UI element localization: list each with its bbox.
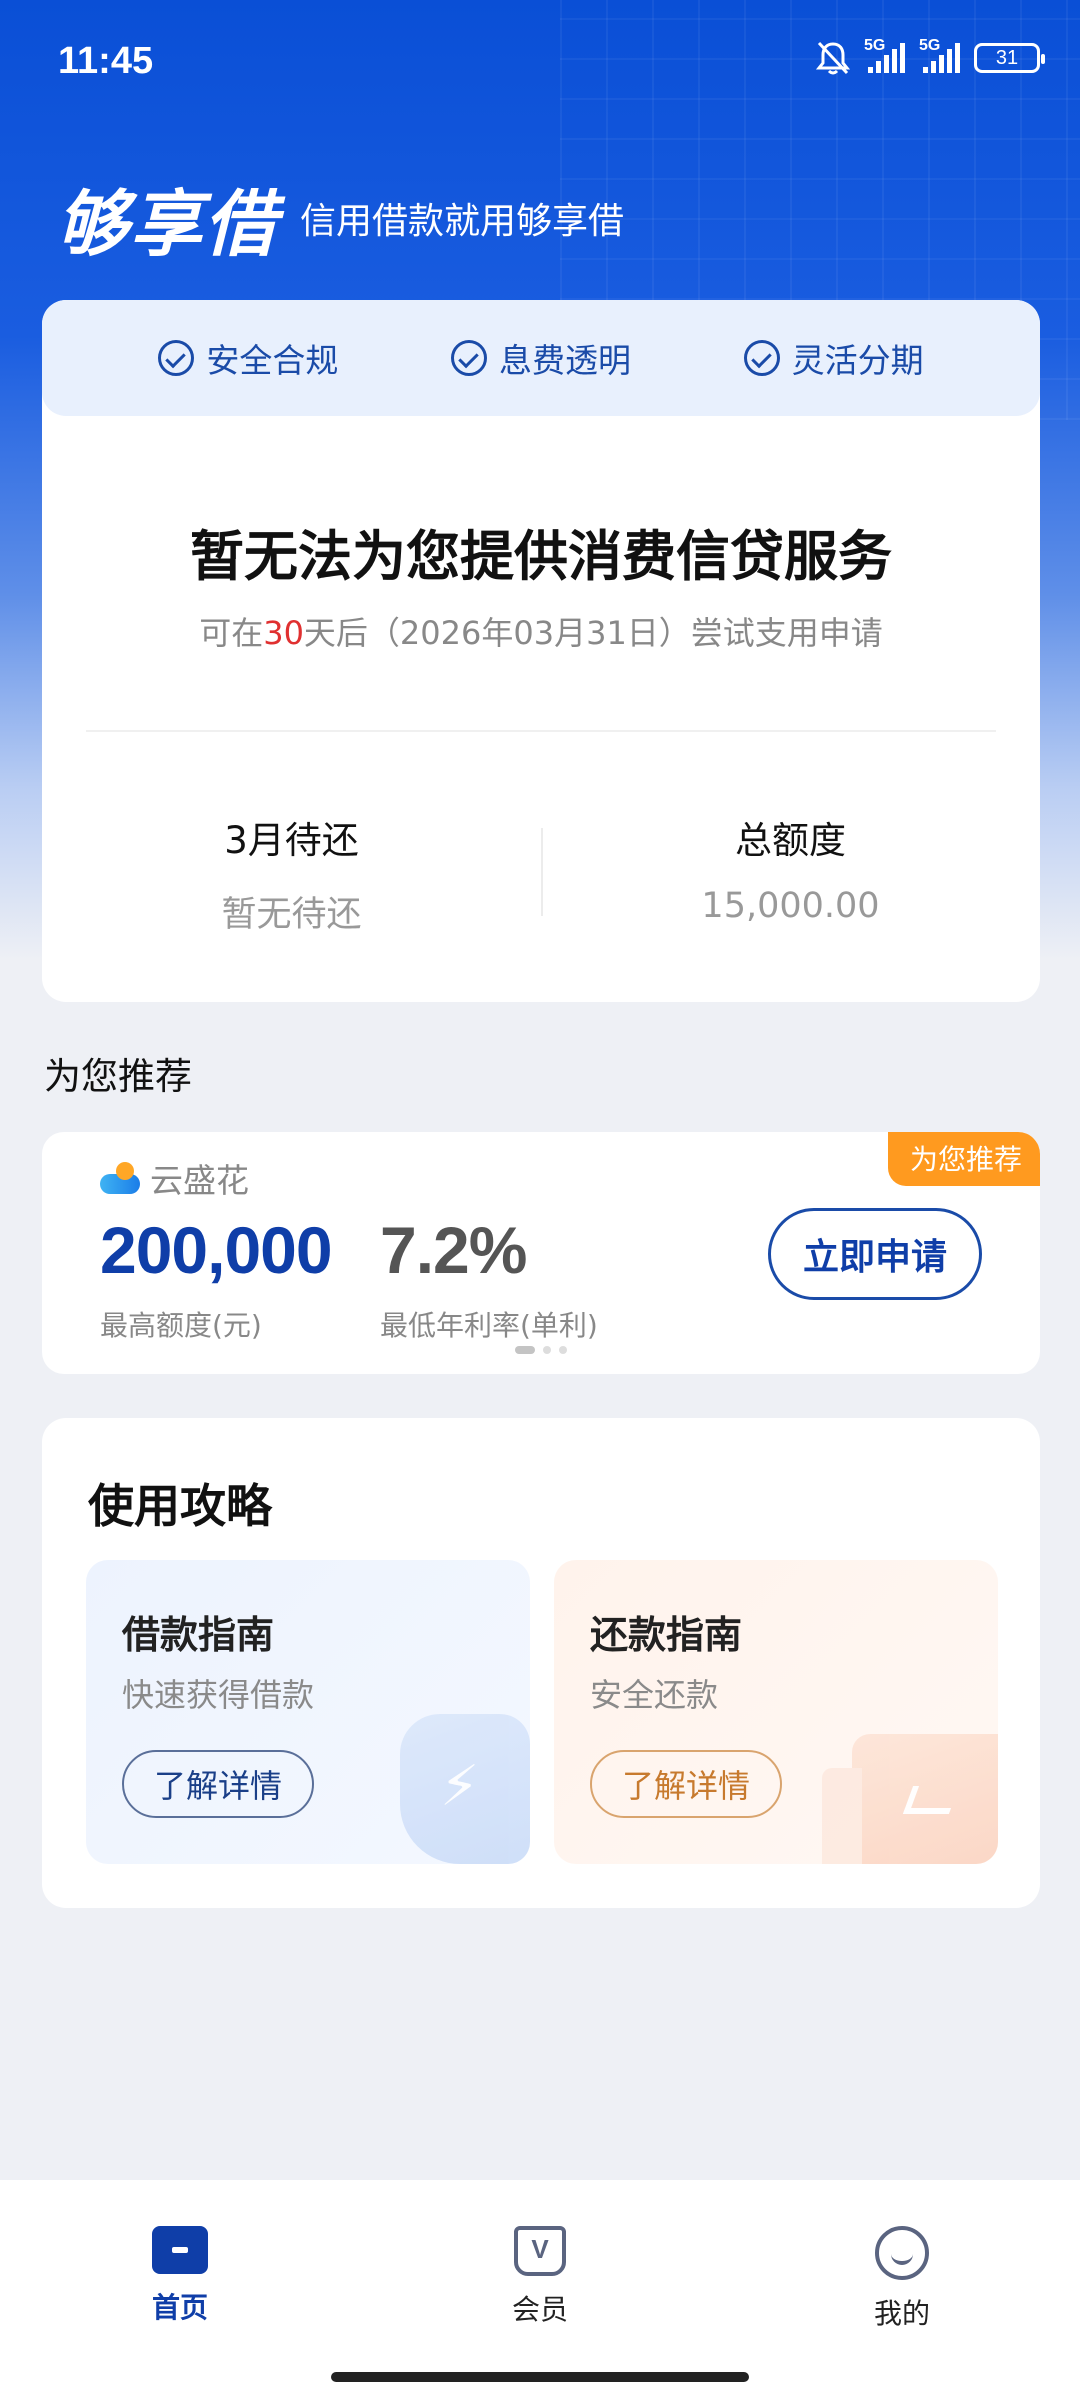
tab-home-label: 首页 — [151, 2291, 208, 2324]
product-brand: 云盛花 — [100, 1154, 249, 1202]
brand-slogan: 信用借款就用够享借 — [300, 200, 625, 242]
profile-icon — [875, 2226, 929, 2280]
check-circle-icon — [158, 340, 195, 376]
home-indicator[interactable] — [331, 2372, 749, 2382]
subtitle-prefix: 可在 — [199, 614, 264, 652]
repay-guide-box[interactable]: 还款指南 安全还款 了解详情 — [554, 1560, 998, 1864]
tab-member-label: 会员 — [511, 2293, 568, 2326]
feature-item: 灵活分期 — [743, 334, 924, 382]
bottom-nav: 首页 会员 我的 — [0, 2180, 1080, 2400]
borrow-guide-box[interactable]: 借款指南 快速获得借款 了解详情 — [86, 1560, 530, 1864]
recommend-heading: 为您推荐 — [44, 1055, 192, 1098]
status-bar: 11:45 5G 5G 31 — [0, 0, 1080, 120]
signal-5g-icon: 5G — [864, 37, 905, 73]
subtitle-days: 30 — [263, 614, 304, 652]
status-time: 11:45 — [58, 40, 154, 82]
status-subtitle: 可在30天后（2026年03月31日）尝试支用申请 — [42, 608, 1040, 654]
max-amount-label: 最高额度(元) — [100, 1309, 262, 1342]
feature-label: 灵活分期 — [791, 341, 924, 380]
shield-icon — [400, 1714, 530, 1864]
brand-header: 够享借 信用借款就用够享借 — [56, 165, 624, 270]
repay-details-button[interactable]: 了解详情 — [590, 1750, 783, 1818]
total-limit-label: 总额度 — [735, 819, 846, 862]
repay-guide-subtitle: 安全还款 — [590, 1676, 719, 1714]
status-icons: 5G 5G 31 — [816, 37, 1045, 76]
battery-icon: 31 — [974, 43, 1045, 73]
repayment-due-label: 3月待还 — [224, 819, 359, 862]
cloud-logo-icon — [100, 1162, 140, 1194]
signal-5g-icon: 5G — [919, 37, 960, 73]
repayment-due-value: 暂无待还 — [221, 895, 362, 935]
battery-level: 31 — [995, 46, 1019, 69]
bell-off-icon — [816, 41, 850, 75]
borrow-guide-subtitle: 快速获得借款 — [122, 1676, 315, 1714]
recommend-card[interactable]: 为您推荐 云盛花 200,000 最高额度(元) 7.2% 最低年利率(单利) … — [42, 1132, 1040, 1374]
min-rate: 7.2% — [380, 1213, 527, 1287]
borrow-details-button[interactable]: 了解详情 — [122, 1750, 315, 1818]
guide-title: 使用攻略 — [88, 1479, 272, 1533]
feature-item: 安全合规 — [158, 334, 338, 382]
tab-member[interactable]: 会员 — [440, 2226, 640, 2328]
divider — [86, 730, 996, 732]
max-amount: 200,000 — [100, 1213, 333, 1287]
feature-item: 息费透明 — [450, 334, 631, 382]
sim2-label: 5G — [919, 37, 941, 54]
feature-label: 息费透明 — [498, 341, 631, 380]
feature-strip: 安全合规 息费透明 灵活分期 — [42, 300, 1040, 416]
tab-home[interactable]: 首页 — [80, 2226, 280, 2326]
tab-me-label: 我的 — [873, 2297, 930, 2330]
wallet-icon — [822, 1734, 998, 1864]
carousel-indicator — [515, 1346, 567, 1354]
member-icon — [514, 2226, 566, 2276]
repayment-due-block[interactable]: 3月待还 暂无待还 — [42, 810, 541, 937]
feature-label: 安全合规 — [206, 341, 339, 380]
credit-status-card: 安全合规 息费透明 灵活分期 暂无法为您提供消费信贷服务 可在30天后（2026… — [42, 300, 1040, 1002]
home-icon — [152, 2226, 208, 2274]
subtitle-suffix: 天后（2026年03月31日）尝试支用申请 — [303, 614, 883, 652]
brand-logo: 够享借 — [56, 182, 279, 266]
recommend-tag: 为您推荐 — [887, 1132, 1040, 1186]
check-circle-icon — [743, 340, 780, 376]
total-limit-value: 15,000.00 — [701, 886, 880, 926]
tab-me[interactable]: 我的 — [802, 2226, 1002, 2332]
borrow-guide-title: 借款指南 — [122, 1613, 275, 1657]
status-title: 暂无法为您提供消费信贷服务 — [190, 525, 892, 588]
product-name: 云盛花 — [150, 1161, 249, 1200]
usage-guide-card: 使用攻略 借款指南 快速获得借款 了解详情 还款指南 安全还款 了解详情 — [42, 1418, 1040, 1908]
check-circle-icon — [450, 340, 487, 376]
min-rate-label: 最低年利率(单利) — [380, 1309, 598, 1342]
total-limit-block[interactable]: 总额度 15,000.00 — [541, 810, 1040, 926]
apply-now-button[interactable]: 立即申请 — [768, 1208, 982, 1300]
sim1-label: 5G — [864, 37, 886, 54]
repay-guide-title: 还款指南 — [590, 1613, 743, 1657]
